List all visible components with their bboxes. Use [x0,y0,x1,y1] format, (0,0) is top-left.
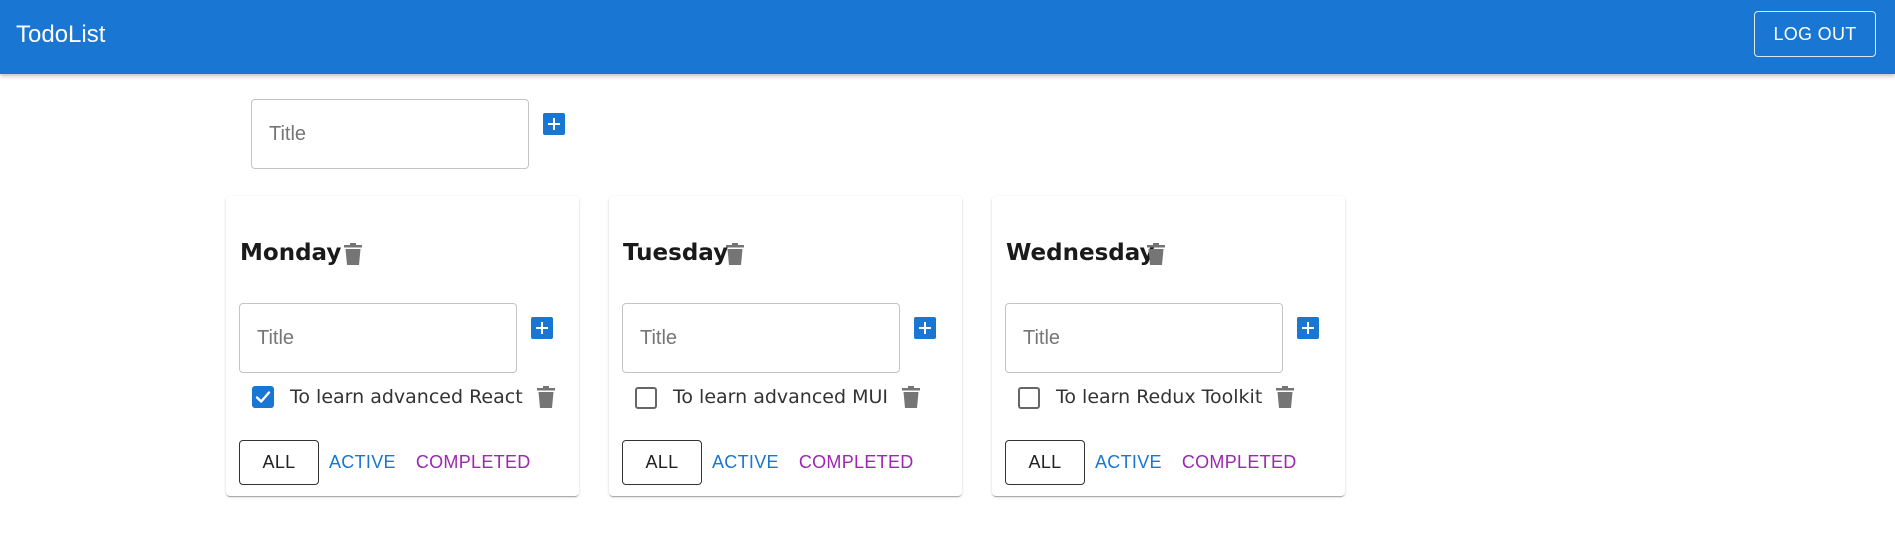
task-item: To learn advanced React [239,381,555,413]
filter-active-button[interactable]: ACTIVE [712,452,779,473]
list-title: Monday [240,240,342,266]
add-task-button[interactable] [531,317,553,339]
filter-completed-button[interactable]: COMPLETED [416,452,531,473]
add-task-field[interactable] [1005,303,1283,373]
app-bar: TodoList LOG OUT [0,0,1895,74]
todolist-card-wednesday: Wednesday To learn Redux Toolkit ALL ACT… [992,196,1345,496]
filter-all-button[interactable]: ALL [239,439,319,485]
app-title: TodoList [16,21,106,48]
filter-active-button[interactable]: ACTIVE [1095,452,1162,473]
add-list-field[interactable] [251,99,529,169]
task-label: To learn Redux Toolkit [1056,386,1263,408]
list-title: Tuesday [623,240,729,266]
filter-all-button[interactable]: ALL [1005,439,1085,485]
trash-icon[interactable] [1147,243,1165,265]
add-task-field[interactable] [239,303,517,373]
filter-completed-button[interactable]: COMPLETED [799,452,914,473]
add-list-button[interactable] [543,113,565,135]
trash-icon[interactable] [536,386,555,408]
task-label: To learn advanced React [290,386,523,408]
checkbox-unchecked-icon[interactable] [1018,386,1040,409]
checkbox-checked-icon[interactable] [252,386,274,408]
filter-group: ALL ACTIVE COMPLETED [1005,439,1297,485]
trash-icon[interactable] [344,243,362,265]
list-title: Wednesday [1006,240,1155,266]
checkbox-unchecked-icon[interactable] [635,386,657,409]
add-list-input[interactable] [252,100,528,168]
task-item: To learn advanced MUI [622,381,920,413]
filter-active-button[interactable]: ACTIVE [329,452,396,473]
filter-group: ALL ACTIVE COMPLETED [622,439,914,485]
trash-icon[interactable] [1276,386,1295,408]
add-task-button[interactable] [914,317,936,339]
add-task-field[interactable] [622,303,900,373]
trash-icon[interactable] [726,243,744,265]
todolist-card-tuesday: Tuesday To learn advanced MUI ALL ACTIVE… [609,196,962,496]
filter-completed-button[interactable]: COMPLETED [1182,452,1297,473]
filter-group: ALL ACTIVE COMPLETED [239,439,531,485]
trash-icon[interactable] [901,386,920,408]
add-task-input[interactable] [1006,304,1282,372]
task-label: To learn advanced MUI [673,386,888,408]
add-task-input[interactable] [623,304,899,372]
add-task-button[interactable] [1297,317,1319,339]
task-item: To learn Redux Toolkit [1005,381,1295,413]
add-task-input[interactable] [240,304,516,372]
todolist-card-monday: Monday To learn advanced React ALL ACTIV… [226,196,579,496]
logout-button[interactable]: LOG OUT [1754,11,1876,57]
filter-all-button[interactable]: ALL [622,439,702,485]
